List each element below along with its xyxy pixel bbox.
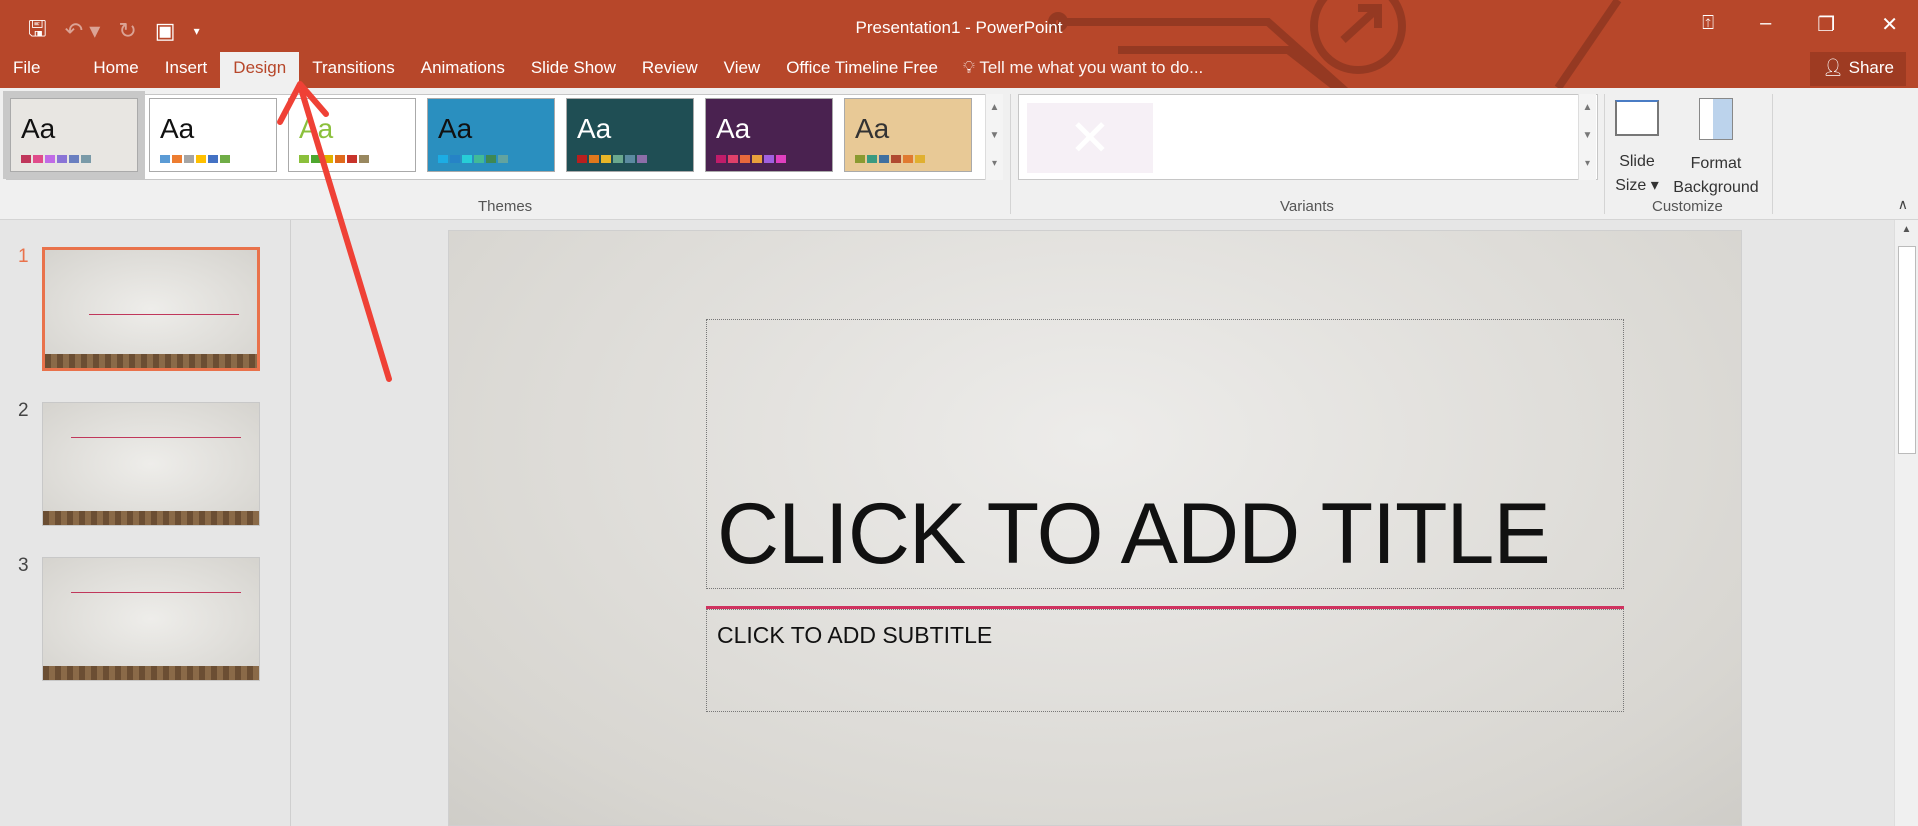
annotation-arrow [277, 81, 392, 382]
